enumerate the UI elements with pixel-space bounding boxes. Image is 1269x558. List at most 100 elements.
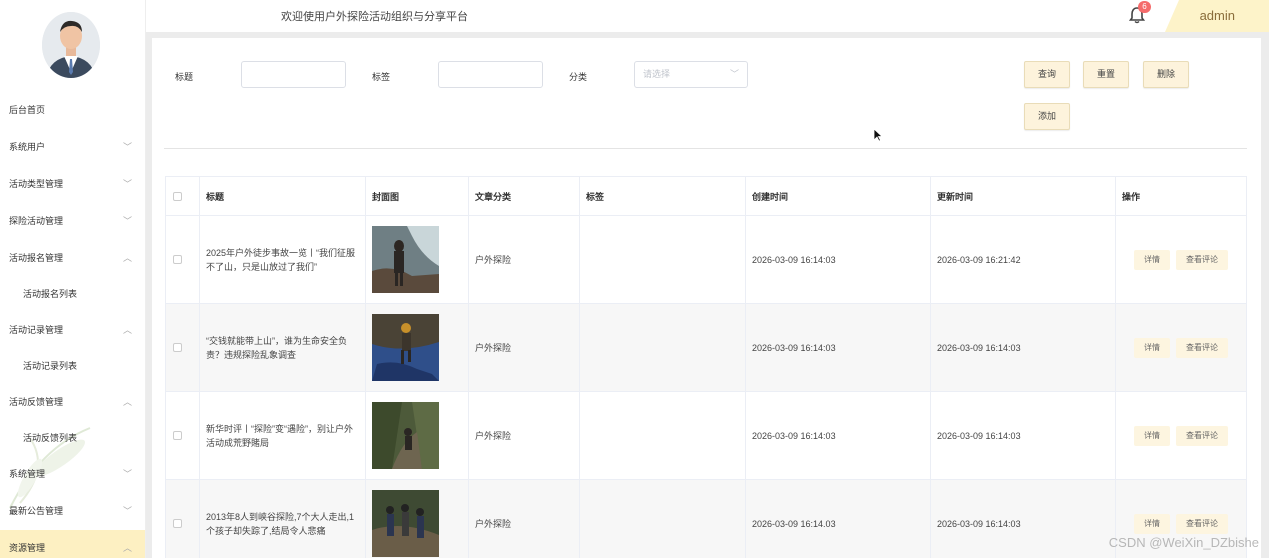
- detail-button[interactable]: 详情: [1134, 337, 1170, 358]
- tag-cell: [580, 216, 746, 303]
- reset-button[interactable]: 重置: [1083, 61, 1129, 88]
- select-all-checkbox[interactable]: [173, 191, 182, 201]
- actions-cell: 详情 查看评论: [1116, 216, 1246, 303]
- sidebar-menu: 后台首页 系统用户 ﹀ 活动类型管理 ﹀ 探险活动管理 ﹀ 活动报名管理 ︿ 活动报名列…: [0, 92, 145, 558]
- sidebar-item-label: 活动报名管理: [9, 253, 64, 263]
- actions-cell: 详情 查看评论: [1116, 392, 1246, 479]
- article-title: 新华时评丨“探险”变“遇险”，别让户外活动成荒野賭局: [206, 423, 353, 448]
- tag-cell: [580, 304, 746, 391]
- sidebar-subitem-registration-list[interactable]: 活动报名列表: [0, 277, 145, 312]
- sidebar-item-label: 后台首页: [9, 105, 46, 115]
- sidebar-item-label: 活动类型管理: [9, 179, 64, 189]
- sidebar-item-label: 活动反馈管理: [9, 397, 64, 407]
- chevron-down-icon: ﹀: [122, 216, 132, 226]
- updated-time-cell: 2026-03-09 16:14:03: [931, 392, 1116, 479]
- view-comments-button[interactable]: 查看评论: [1176, 337, 1228, 358]
- category-cell: 户外探险: [469, 480, 580, 558]
- checkbox-cell: [166, 216, 200, 303]
- article-title: 2013年8人到峡谷探险,7个大人走出,1个孩子却失踪了,结局令人悲痛: [206, 511, 355, 536]
- table-row: 2025年户外徒步事故一览丨“我们征服不了山，只是山放过了我们” 户外探险 20…: [166, 216, 1246, 304]
- row-checkbox[interactable]: [173, 431, 182, 440]
- column-header: 标题: [200, 177, 366, 215]
- updated-time-cell: 2026-03-09 16:21:42: [931, 216, 1116, 303]
- title-cell: 2025年户外徒步事故一览丨“我们征服不了山，只是山放过了我们”: [200, 216, 366, 303]
- title-cell: “交钱就能带上山”，谁为生命安全负责？违规探险乱象调查: [200, 304, 366, 391]
- sidebar-item-announcements[interactable]: 最新公告管理 ﹀: [0, 493, 145, 530]
- sidebar-subitem-feedback-list[interactable]: 活动反馈列表: [0, 421, 145, 456]
- sidebar-item-registrations[interactable]: 活动报名管理 ︿: [0, 240, 145, 277]
- column-header: 操作: [1122, 191, 1141, 202]
- sidebar-subitem-record-list[interactable]: 活动记录列表: [0, 349, 145, 384]
- column-header: 更新时间: [931, 177, 1116, 215]
- header-checkbox-cell: [166, 177, 200, 215]
- row-checkbox[interactable]: [173, 519, 182, 528]
- table-row: “交钱就能带上山”，谁为生命安全负责？违规探险乱象调查 户外探险 2026-03…: [166, 304, 1246, 392]
- row-checkbox[interactable]: [173, 255, 182, 264]
- divider: [164, 148, 1247, 149]
- tag-filter-input[interactable]: [438, 61, 543, 88]
- row-checkbox[interactable]: [173, 343, 182, 352]
- chevron-down-icon: ﹀: [122, 142, 132, 152]
- checkbox-cell: [166, 304, 200, 391]
- sidebar-item-label: 探险活动管理: [9, 216, 64, 226]
- view-comments-button[interactable]: 查看评论: [1176, 249, 1228, 270]
- avatar[interactable]: [42, 12, 100, 78]
- view-comments-button[interactable]: 查看评论: [1176, 513, 1228, 534]
- delete-button[interactable]: 删除: [1143, 61, 1189, 88]
- tag-filter-label: 标签: [372, 72, 391, 82]
- title-filter-input[interactable]: [241, 61, 346, 88]
- notification-badge: 6: [1138, 1, 1151, 13]
- detail-button[interactable]: 详情: [1134, 249, 1170, 270]
- detail-button[interactable]: 详情: [1134, 513, 1170, 534]
- sidebar-item-label: 活动记录管理: [9, 325, 64, 335]
- sidebar-item-label: 活动反馈列表: [23, 433, 78, 443]
- sidebar-item-activity-types[interactable]: 活动类型管理 ﹀: [0, 166, 145, 203]
- mouse-cursor-icon: [873, 128, 883, 142]
- chevron-down-icon: ﹀: [122, 179, 132, 189]
- sidebar-item-feedback[interactable]: 活动反馈管理 ︿: [0, 384, 145, 421]
- chevron-down-icon: ﹀: [729, 69, 739, 79]
- table-header-row: 标题 封面图 文章分类 标签 创建时间 更新时间 操作: [166, 177, 1246, 216]
- view-comments-button[interactable]: 查看评论: [1176, 425, 1228, 446]
- sidebar-item-adventure-activities[interactable]: 探险活动管理 ﹀: [0, 203, 145, 240]
- cover-image: [372, 314, 439, 381]
- sidebar-item-system-users[interactable]: 系统用户 ﹀: [0, 129, 145, 166]
- sidebar-item-system-management[interactable]: 系统管理 ﹀: [0, 456, 145, 493]
- articles-table: 标题 封面图 文章分类 标签 创建时间 更新时间 操作 2025年户外徒步事故一…: [165, 176, 1247, 558]
- cover-cell: [366, 216, 469, 303]
- created-time-cell: 2026-03-09 16:14:03: [746, 216, 931, 303]
- watermark: CSDN @WeiXin_DZbishe: [1108, 535, 1259, 550]
- updated-time-cell: 2026-03-09 16:14:03: [931, 304, 1116, 391]
- title-cell: 新华时评丨“探险”变“遇险”，别让户外活动成荒野賭局: [200, 392, 366, 479]
- column-header: 文章分类: [469, 177, 580, 215]
- category-select-placeholder: 请选择: [643, 69, 671, 79]
- title-filter-label: 标题: [175, 72, 194, 82]
- article-title: 2025年户外徒步事故一览丨“我们征服不了山，只是山放过了我们”: [206, 247, 356, 272]
- chevron-up-icon: ︿: [122, 253, 132, 263]
- detail-button[interactable]: 详情: [1134, 425, 1170, 446]
- sidebar-item-label: 系统用户: [9, 142, 46, 152]
- search-button[interactable]: 查询: [1024, 61, 1070, 88]
- chevron-down-icon: ﹀: [122, 506, 132, 516]
- sidebar-item-home[interactable]: 后台首页: [0, 92, 145, 129]
- category-cell: 户外探险: [469, 216, 580, 303]
- top-bar: 欢迎使用户外探险活动组织与分享平台 6 admin: [146, 0, 1269, 32]
- checkbox-cell: [166, 480, 200, 558]
- column-header: 标签: [580, 177, 746, 215]
- category-cell: 户外探险: [469, 392, 580, 479]
- category-filter-label: 分类: [569, 72, 588, 82]
- sidebar-item-resources[interactable]: 资源管理 ︿: [0, 530, 145, 558]
- sidebar-item-label: 资源管理: [9, 543, 46, 553]
- updated-time-cell: 2026-03-09 16:14:03: [931, 480, 1116, 558]
- category-select[interactable]: 请选择 ﹀: [634, 61, 748, 88]
- sidebar-item-label: 活动记录列表: [23, 361, 78, 371]
- cover-cell: [366, 304, 469, 391]
- add-button[interactable]: 添加: [1024, 103, 1070, 130]
- created-time-cell: 2026-03-09 16:14.03: [746, 480, 931, 558]
- chevron-up-icon: ︿: [122, 543, 132, 553]
- main-panel: 标题 标签 分类 请选择 ﹀ 查询 重置 删除 添加 标题 封面图 文章分类 标…: [152, 38, 1261, 558]
- sidebar-item-records[interactable]: 活动记录管理 ︿: [0, 312, 145, 349]
- username[interactable]: admin: [1200, 8, 1235, 23]
- category-cell: 户外探险: [469, 304, 580, 391]
- sidebar-item-label: 最新公告管理: [9, 506, 64, 516]
